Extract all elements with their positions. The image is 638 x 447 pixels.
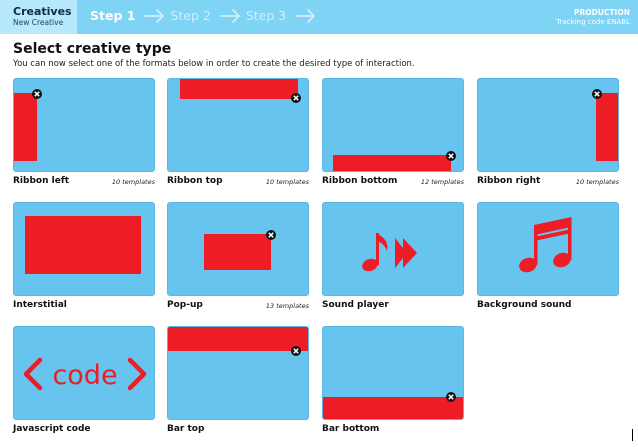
code-icon: code [23,357,147,391]
arrow-right-icon [144,9,165,23]
template-count: 10 templates [111,178,155,186]
sound-player-icon [362,233,417,272]
thumbnail [13,202,155,296]
thumbnail [167,202,309,296]
tile-label: Bar bottom [322,424,380,434]
environment-label: PRODUCTION [573,8,630,17]
arrow-right-icon [219,9,240,23]
arrow-right-icon [295,9,316,23]
thumbnail [13,78,155,172]
tile-label: Interstitial [13,300,67,310]
interstitial-icon [25,216,141,274]
tile-ribbon-right[interactable]: Ribbon right 10 templates [477,78,619,192]
step-3[interactable]: Step 3 [246,8,286,24]
thumbnail [477,78,619,172]
text-cursor [632,429,633,441]
thumbnail [322,202,464,296]
popup-icon [204,230,276,270]
thumbnail [167,78,309,172]
tile-label: Ribbon left [13,176,70,186]
tile-interstitial[interactable]: Interstitial [13,202,155,316]
thumbnail [322,326,464,420]
template-count: 10 templates [265,178,309,186]
thumbnail [167,326,309,420]
page-description: You can now select one of the formats be… [13,59,415,69]
thumbnail [322,78,464,172]
bar-top-icon [168,327,308,356]
tile-ribbon-bottom[interactable]: Ribbon bottom 12 templates [322,78,464,192]
ribbon-top-icon [180,79,301,103]
tile-bar-top[interactable]: Bar top [167,326,309,440]
tile-bar-bottom[interactable]: Bar bottom [322,326,464,440]
tile-label: Ribbon right [477,176,541,186]
thumbnail: code [13,326,155,420]
template-count: 12 templates [420,178,464,186]
tile-label: Ribbon bottom [322,176,398,186]
page-title: Select creative type [13,41,172,57]
tile-javascript-code[interactable]: code Javascript code [13,326,155,440]
tile-label: Bar top [167,424,205,434]
step-indicator: Step 1 Step 2 Step 3 [90,8,321,24]
tile-background-sound[interactable]: Background sound [477,202,619,316]
tile-label: Javascript code [13,424,91,434]
step-1[interactable]: Step 1 [90,8,135,24]
environment-info: PRODUCTION Tracking code ENABL [556,8,630,27]
thumbnail [477,202,619,296]
ribbon-left-icon [14,89,42,161]
tile-popup[interactable]: Pop-up 13 templates [167,202,309,316]
ribbon-bottom-icon [333,151,456,171]
brand-block[interactable]: Creatives New Creative [0,0,77,34]
brand-subtitle: New Creative [13,18,64,27]
bar-bottom-icon [323,392,463,419]
step-2[interactable]: Step 2 [170,8,210,24]
tracking-status: Tracking code ENABL [556,18,630,26]
tile-ribbon-left[interactable]: Ribbon left 10 templates [13,78,155,192]
svg-text:code: code [52,360,117,391]
top-bar: Creatives New Creative Step 1 Step 2 Ste… [0,0,638,34]
template-count: 10 templates [575,178,619,186]
tile-label: Sound player [322,300,389,310]
tile-sound-player[interactable]: Sound player [322,202,464,316]
music-note-icon [519,217,572,273]
brand-title: Creatives [13,5,72,18]
tile-label: Ribbon top [167,176,223,186]
tile-label: Background sound [477,300,572,310]
template-count: 13 templates [265,302,309,310]
tile-ribbon-top[interactable]: Ribbon top 10 templates [167,78,309,192]
ribbon-right-icon [592,89,618,161]
tile-label: Pop-up [167,300,203,310]
